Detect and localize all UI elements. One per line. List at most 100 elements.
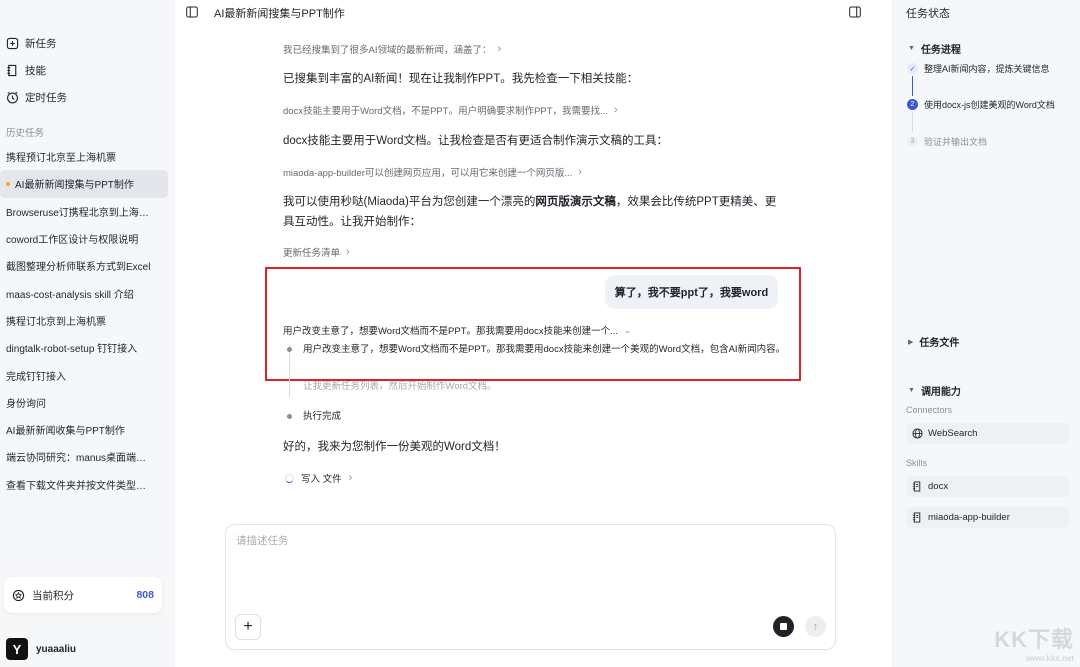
task-status-panel: 任务状态 ▼ 任务进程 ✓ 整理AI新闻内容，提炼关键信息 2 使用docx-j…: [892, 0, 1080, 667]
connector-label: WebSearch: [928, 428, 978, 439]
progress-step-label: 使用docx-js创建美观的Word文档: [924, 100, 1055, 110]
watermark-text: KK下载: [994, 627, 1074, 652]
timeline-text: 让我更新任务列表，然后开始制作Word文档。: [303, 381, 497, 392]
timeline-dot-icon: [287, 347, 292, 352]
history-item[interactable]: 身份询问: [0, 389, 168, 416]
step-text: docx技能主要用于Word文档，不是PPT。用户明确要求制作PPT，我需要找.…: [283, 106, 608, 117]
send-button[interactable]: ↑: [805, 616, 826, 637]
sidebar-toggle-icon[interactable]: [186, 6, 198, 18]
history-item[interactable]: 携程预订北京至上海机票: [0, 143, 168, 170]
timeline-text: 用户改变主意了，想要Word文档而不是PPT。那我需要用docx技能来创建一个美…: [303, 344, 786, 355]
progress-section-toggle[interactable]: ▼ 任务进程: [908, 41, 961, 56]
chevron-right-icon: ›: [348, 472, 353, 484]
nav-new-task[interactable]: 新任务: [6, 33, 57, 53]
history-item[interactable]: Browseruse订携程北京到上海机票: [0, 198, 168, 225]
thinking-toggle[interactable]: 用户改变主意了，想要Word文档而不是PPT。那我需要用docx技能来创建一个.…: [283, 323, 632, 338]
nav-skills-label: 技能: [25, 64, 46, 77]
history-item-label: coword工作区设计与权限说明: [6, 235, 139, 247]
stop-button[interactable]: [773, 616, 794, 637]
progress-step: 2 使用docx-js创建美观的Word文档: [907, 98, 1055, 111]
step-text: 我已经搜集到了很多AI领域的最新新闻，涵盖了：: [283, 45, 492, 56]
clock-icon: [7, 91, 18, 103]
history-item-label: 查看下载文件夹并按文件类型整理: [6, 480, 151, 492]
panel-toggle-icon[interactable]: [849, 6, 861, 18]
ability-section-toggle[interactable]: ▼ 调用能力: [908, 383, 961, 398]
stop-icon: [780, 623, 787, 630]
badge-icon: [12, 589, 25, 601]
step-number-badge: 3: [907, 136, 918, 147]
watermark: KK下载 www.kkx.net: [994, 622, 1074, 663]
history-item-label: 携程预订北京至上海机票: [6, 153, 116, 165]
skill-chip[interactable]: miaoda-app-builder: [906, 507, 1069, 528]
history-item[interactable]: 查看下载文件夹并按文件类型整理: [0, 471, 168, 498]
step-collapsed[interactable]: 更新任务清单 ›: [283, 245, 783, 259]
thinking-text: 用户改变主意了，想要Word文档而不是PPT。那我需要用docx技能来创建一个.…: [283, 326, 618, 337]
skill-doc-icon: [912, 512, 921, 523]
task-input[interactable]: [236, 535, 826, 547]
caret-down-icon: ▼: [908, 45, 915, 52]
history-item-label: maas-cost-analysis skill 介绍: [6, 289, 134, 301]
history-item[interactable]: coword工作区设计与权限说明: [0, 225, 168, 252]
write-file-label: 写入 文件: [301, 474, 342, 485]
caret-down-icon: ▼: [908, 387, 915, 394]
main-panel: AI最新新闻搜集与PPT制作 我已经搜集到了很多AI领域的最新新闻，涵盖了： › …: [175, 0, 892, 667]
step-collapsed[interactable]: docx技能主要用于Word文档，不是PPT。用户明确要求制作PPT，我需要找.…: [283, 103, 783, 117]
globe-icon: [912, 428, 923, 439]
history-item[interactable]: 截图整理分析师联系方式到Excel: [0, 252, 168, 279]
avatar: Y: [6, 638, 28, 660]
step-collapsed[interactable]: miaoda-app-builder可以创建网页应用，可以用它来创建一个网页版.…: [283, 165, 783, 179]
ability-section-label: 调用能力: [920, 387, 961, 398]
composer: + ↑: [225, 524, 836, 650]
step-text: miaoda-app-builder可以创建网页应用，可以用它来创建一个网页版.…: [283, 168, 573, 179]
check-icon: ✓: [907, 63, 918, 74]
files-section-toggle[interactable]: ▶ 任务文件: [908, 334, 959, 349]
history-item-label: AI最新新闻搜集与PPT制作: [15, 180, 134, 192]
history-item[interactable]: 完成钉钉接入: [0, 361, 168, 388]
connector-chip[interactable]: WebSearch: [906, 423, 1069, 444]
skill-label: docx: [928, 481, 949, 492]
history-item-label: AI最新新闻收集与PPT制作: [6, 426, 125, 438]
nav-scheduled[interactable]: 定时任务: [6, 87, 67, 107]
step-number-badge: 2: [907, 99, 918, 110]
user-profile[interactable]: Y yuaaaliu: [6, 638, 76, 660]
chevron-right-icon: ›: [497, 43, 502, 55]
history-item[interactable]: 携程订北京到上海机票: [0, 307, 168, 334]
history-item[interactable]: maas-cost-analysis skill 介绍: [0, 279, 168, 306]
chevron-right-icon: ›: [346, 246, 350, 258]
message-bold-text: 网页版演示文稿: [535, 196, 616, 208]
skill-label: miaoda-app-builder: [928, 512, 1010, 523]
points-card[interactable]: 当前积分 808: [4, 577, 162, 613]
history-item-label: 携程订北京到上海机票: [6, 316, 106, 328]
timeline-dot-icon: [287, 414, 292, 419]
history-item[interactable]: dingtalk-robot-setup 钉钉接入: [0, 334, 168, 361]
nav-skills[interactable]: 技能: [6, 60, 46, 80]
files-section-label: 任务文件: [919, 338, 960, 349]
progress-step: ✓ 整理AI新闻内容，提炼关键信息: [907, 62, 1050, 75]
history-list: 携程预订北京至上海机票 AI最新新闻搜集与PPT制作 Browseruse订携程…: [0, 143, 175, 498]
progress-connector: [912, 76, 913, 96]
progress-step: 3 验证并输出文档: [907, 135, 987, 148]
spinner-icon: [285, 473, 294, 483]
history-item-active[interactable]: AI最新新闻搜集与PPT制作: [0, 170, 168, 198]
connectors-label: Connectors: [906, 405, 953, 415]
skill-chip[interactable]: docx: [906, 476, 1069, 497]
assistant-message: 已搜集到丰富的AI新闻！现在让我制作PPT。我先检查一下相关技能：: [283, 73, 639, 85]
assistant-message: 好的，我来为您制作一份美观的Word文档！: [283, 441, 506, 453]
caret-right-icon: ▶: [908, 338, 914, 346]
attach-button[interactable]: +: [235, 614, 261, 640]
points-label: 当前积分: [32, 589, 74, 602]
history-item-label: Browseruse订携程北京到上海机票: [6, 207, 151, 219]
history-item-label: 完成钉钉接入: [6, 371, 66, 383]
new-task-icon: [6, 37, 19, 49]
write-file-step[interactable]: 写入 文件 ›: [285, 471, 352, 485]
chevron-right-icon: ›: [578, 166, 582, 178]
plus-icon: +: [243, 618, 253, 635]
history-item[interactable]: AI最新新闻收集与PPT制作: [0, 416, 168, 443]
history-item-label: 截图整理分析师联系方式到Excel: [6, 262, 151, 274]
history-item[interactable]: 端云协同研究：manus桌面端与云端能力: [0, 443, 168, 470]
history-item-label: 身份询问: [6, 398, 46, 410]
step-collapsed[interactable]: 我已经搜集到了很多AI领域的最新新闻，涵盖了： ›: [283, 42, 783, 56]
chevron-right-icon: ›: [613, 104, 618, 116]
history-item-label: dingtalk-robot-setup 钉钉接入: [6, 344, 138, 356]
progress-section-label: 任务进程: [920, 45, 961, 56]
